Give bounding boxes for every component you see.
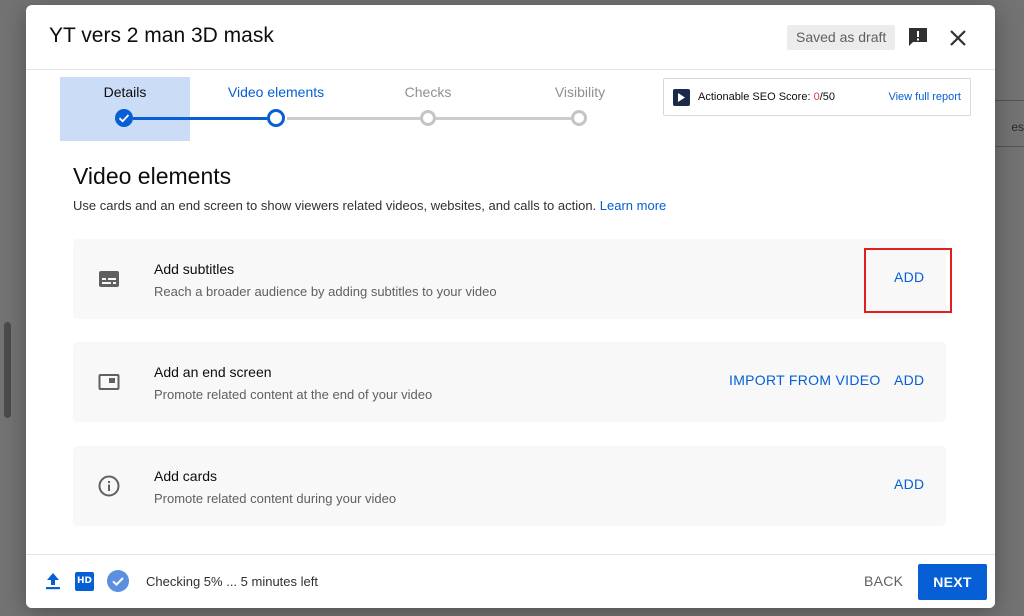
step-visibility-circle[interactable]	[571, 110, 587, 126]
subtitles-description: Reach a broader audience by adding subti…	[154, 284, 497, 299]
section-title: Video elements	[73, 163, 232, 189]
seo-score-text: Actionable SEO Score:	[698, 91, 814, 103]
subtitles-icon	[99, 271, 119, 287]
end-screen-title: Add an end screen	[154, 364, 272, 380]
dialog-header: YT vers 2 man 3D mask Saved as draft	[26, 5, 995, 70]
checks-status-icon	[107, 570, 129, 592]
step-connector	[133, 117, 276, 120]
feedback-icon[interactable]	[906, 25, 930, 49]
upload-icon	[46, 573, 60, 590]
end-screen-description: Promote related content at the end of yo…	[154, 387, 433, 402]
section-description: Use cards and an end screen to show view…	[73, 198, 666, 213]
cards-description: Promote related content during your vide…	[154, 491, 397, 506]
add-cards-button[interactable]: ADD	[894, 476, 924, 492]
cards-card: Add cards Promote related content during…	[73, 446, 946, 526]
subtitles-title: Add subtitles	[154, 261, 235, 277]
step-video-elements-circle[interactable]	[267, 109, 285, 127]
seo-score-label: Actionable SEO Score: 0/50	[698, 91, 835, 103]
seo-score-max: /50	[819, 91, 835, 103]
highlight-annotation	[864, 248, 952, 313]
step-details-check-icon[interactable]	[115, 109, 133, 127]
learn-more-link[interactable]: Learn more	[600, 198, 666, 213]
upload-status-text: Checking 5% ... 5 minutes left	[146, 574, 318, 589]
upload-dialog: YT vers 2 man 3D mask Saved as draft Det…	[26, 5, 995, 608]
import-from-video-button[interactable]: IMPORT FROM VIDEO	[729, 372, 881, 388]
next-button[interactable]: NEXT	[918, 564, 987, 600]
end-screen-icon	[98, 374, 120, 390]
section-description-text: Use cards and an end screen to show view…	[73, 198, 600, 213]
step-visibility-label[interactable]: Visibility	[515, 84, 645, 100]
saved-draft-badge: Saved as draft	[787, 25, 896, 50]
step-details-label[interactable]: Details	[60, 84, 190, 100]
add-end-screen-button[interactable]: ADD	[894, 372, 924, 388]
info-icon	[98, 475, 120, 497]
step-video-elements-label[interactable]: Video elements	[211, 84, 341, 100]
step-checks-label[interactable]: Checks	[363, 84, 493, 100]
close-icon[interactable]	[946, 26, 970, 50]
seo-logo-icon	[673, 89, 690, 106]
subtitles-card: Add subtitles Reach a broader audience b…	[73, 239, 946, 319]
dialog-footer: HD Checking 5% ... 5 minutes left BACK N…	[26, 554, 995, 608]
cards-title: Add cards	[154, 468, 218, 484]
end-screen-card: Add an end screen Promote related conten…	[73, 342, 946, 422]
step-connector	[287, 117, 421, 120]
step-connector	[436, 117, 571, 120]
back-button[interactable]: BACK	[864, 573, 903, 589]
seo-score-panel: Actionable SEO Score: 0/50 View full rep…	[663, 78, 971, 116]
hd-icon: HD	[75, 572, 94, 591]
step-checks-circle[interactable]	[420, 110, 436, 126]
view-full-report-link[interactable]: View full report	[888, 91, 961, 103]
dialog-title: YT vers 2 man 3D mask	[49, 24, 274, 47]
